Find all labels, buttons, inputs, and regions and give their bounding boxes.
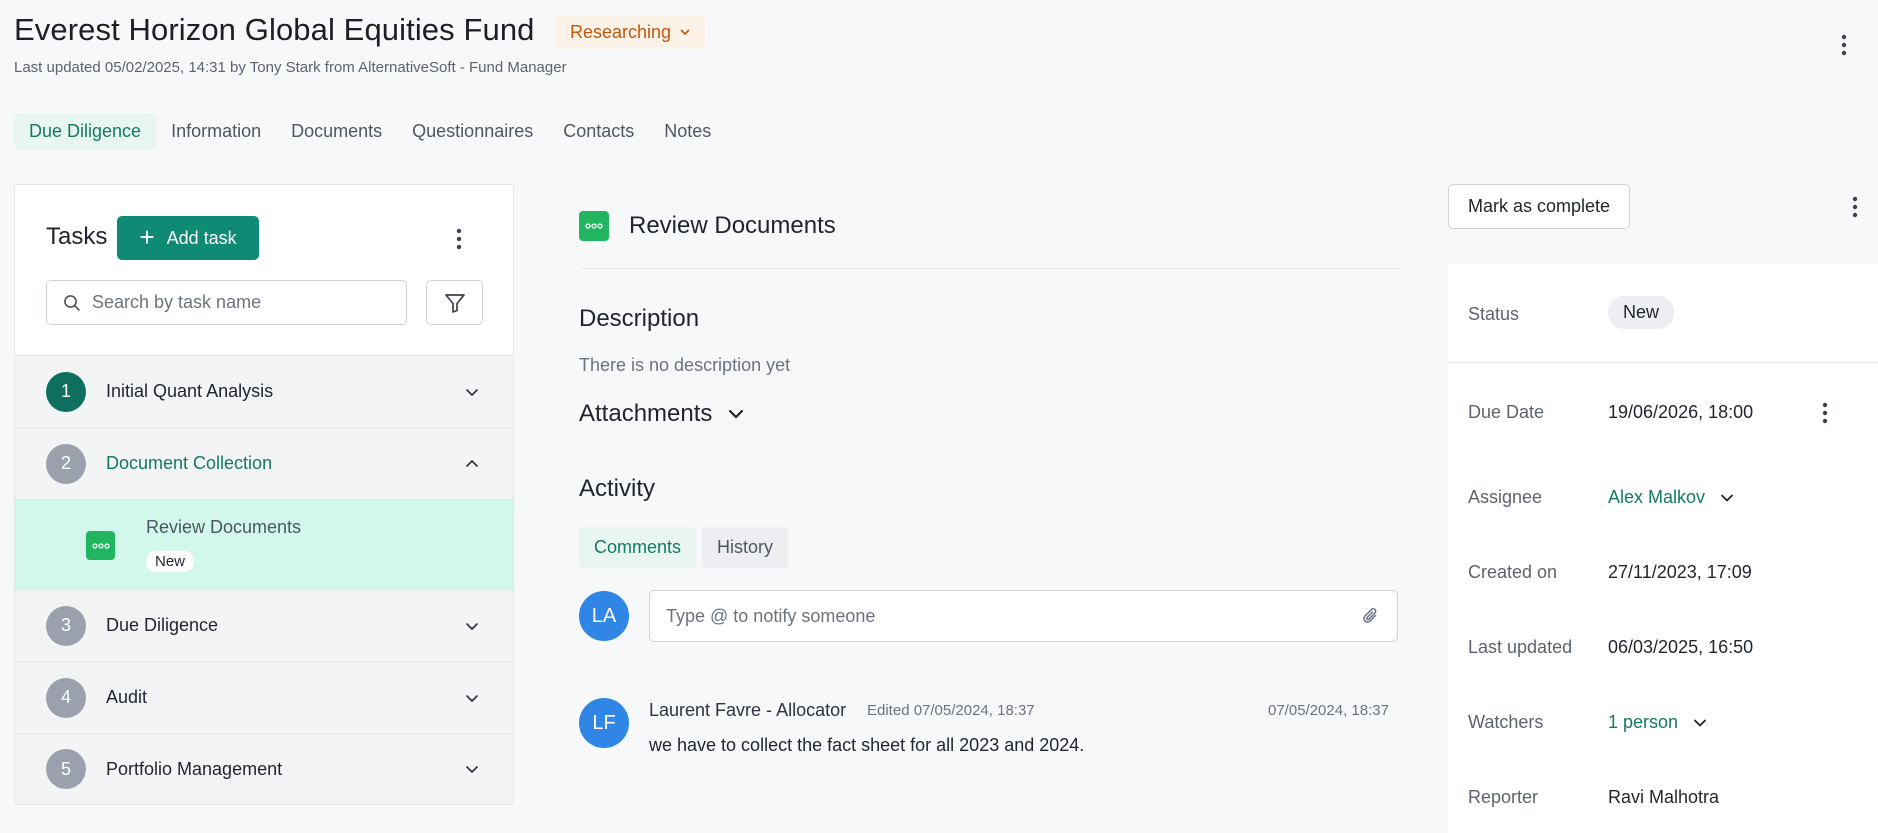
task-dots-icon — [579, 211, 609, 241]
comment-author: Laurent Favre - Allocator — [649, 700, 847, 720]
watchers-label: Watchers — [1468, 712, 1544, 732]
reporter-label: Reporter — [1468, 787, 1539, 807]
task-dots-icon — [86, 531, 115, 560]
last-updated-value: 06/03/2025, 16:50 — [1608, 637, 1754, 657]
task-group-row[interactable]: 3 Due Diligence — [15, 589, 513, 661]
attachments-heading: Attachments — [579, 400, 713, 427]
chevron-down-icon — [680, 29, 690, 35]
page-title: Everest Horizon Global Equities Fund — [14, 12, 535, 47]
status-label: Status — [1468, 304, 1520, 324]
comment-input[interactable] — [666, 605, 1361, 627]
page-more-button[interactable] — [1834, 30, 1854, 60]
task-group-number: 1 — [46, 371, 86, 412]
tab-questionnaires[interactable]: Questionnaires — [397, 113, 548, 150]
kebab-icon — [1822, 402, 1828, 424]
task-group-name: Audit — [106, 687, 148, 707]
chevron-down-icon — [466, 694, 478, 702]
task-search — [46, 280, 407, 325]
status-badge[interactable]: New — [1608, 296, 1675, 329]
created-value: 27/11/2023, 17:09 — [1608, 562, 1752, 582]
add-task-button[interactable]: + Add task — [117, 216, 259, 260]
task-group-row[interactable]: 1 Initial Quant Analysis — [15, 355, 513, 427]
tab-documents[interactable]: Documents — [276, 113, 397, 150]
main-tabs: Due Diligence Information Documents Ques… — [14, 113, 726, 150]
filter-button[interactable] — [426, 280, 483, 325]
kebab-icon — [1852, 196, 1858, 218]
chevron-up-icon — [466, 459, 478, 467]
comment-box — [649, 590, 1398, 642]
comment-date: 07/05/2024, 18:37 — [1268, 702, 1389, 719]
watchers-value: 1 person — [1608, 712, 1679, 732]
tab-comments[interactable]: Comments — [579, 527, 697, 568]
kebab-icon — [456, 228, 462, 250]
paperclip-icon[interactable] — [1361, 606, 1381, 626]
task-group-row[interactable]: 5 Portfolio Management — [15, 733, 513, 805]
comment-text: we have to collect the fact sheet for al… — [649, 735, 1085, 755]
add-task-label: Add task — [166, 227, 237, 248]
task-group-name: Document Collection — [106, 453, 273, 473]
tasks-more-button[interactable] — [449, 227, 469, 251]
task-group-number: 2 — [46, 443, 86, 484]
task-more-button[interactable] — [1845, 194, 1865, 220]
tab-information[interactable]: Information — [156, 113, 276, 150]
mark-complete-button[interactable]: Mark as complete — [1448, 184, 1630, 229]
subtask-name: Review Documents — [146, 517, 302, 537]
divider — [579, 268, 1399, 269]
fund-status-label: Researching — [570, 21, 672, 42]
chevron-down-icon — [466, 766, 478, 773]
chevron-down-icon — [1694, 719, 1706, 726]
comment-edited: Edited 07/05/2024, 18:37 — [867, 702, 1035, 719]
task-group-name: Due Diligence — [106, 615, 219, 635]
task-details-panel: Status New Due Date 19/06/2026, 18:00 As… — [1448, 264, 1878, 833]
task-group-row[interactable]: 2 Document Collection — [15, 427, 513, 499]
search-icon — [64, 294, 80, 311]
due-date-value[interactable]: 19/06/2026, 18:00 — [1608, 402, 1753, 423]
subtask-item[interactable]: Review Documents New — [15, 499, 513, 589]
tab-notes[interactable]: Notes — [649, 113, 726, 150]
task-search-input[interactable] — [92, 292, 382, 313]
kebab-icon — [1841, 34, 1847, 56]
last-updated-label: Last updated — [1468, 637, 1573, 657]
tasks-title: Tasks — [46, 223, 108, 250]
activity-heading: Activity — [579, 475, 656, 502]
chevron-down-icon — [466, 622, 478, 630]
task-group-name: Portfolio Management — [106, 758, 283, 779]
divider — [1448, 362, 1878, 363]
task-group-number: 3 — [46, 605, 86, 646]
chevron-down-icon — [1721, 494, 1733, 501]
subtask-status-badge: New — [146, 551, 195, 572]
attachments-toggle[interactable]: Attachments — [579, 400, 746, 428]
last-updated-text: Last updated 05/02/2025, 14:31 by Tony S… — [14, 59, 567, 76]
task-group-number: 4 — [46, 677, 86, 718]
due-date-more-button[interactable] — [1815, 400, 1835, 426]
tab-history[interactable]: History — [702, 527, 789, 568]
assignee-value: Alex Malkov — [1608, 487, 1706, 507]
assignee-dropdown[interactable]: Alex Malkov — [1608, 487, 1735, 508]
avatar: LA — [579, 591, 629, 641]
watchers-dropdown[interactable]: 1 person — [1608, 712, 1708, 733]
tasks-panel: Tasks + Add task 1 Initial Quant Analysi… — [14, 184, 514, 805]
task-group-row[interactable]: 4 Audit — [15, 661, 513, 733]
tab-contacts[interactable]: Contacts — [548, 113, 649, 150]
description-text[interactable]: There is no description yet — [579, 355, 790, 376]
due-date-label: Due Date — [1468, 402, 1545, 422]
created-label: Created on — [1468, 562, 1558, 582]
task-detail-title: Review Documents — [629, 212, 836, 239]
task-group-number: 5 — [46, 749, 86, 789]
plus-icon: + — [139, 222, 155, 252]
description-heading: Description — [579, 305, 700, 332]
filter-icon — [444, 293, 465, 313]
task-group-name: Initial Quant Analysis — [106, 381, 274, 401]
task-group-list: 1 Initial Quant Analysis 2 Document Coll… — [15, 355, 513, 805]
fund-status-dropdown[interactable]: Researching — [556, 15, 706, 49]
reporter-value: Ravi Malhotra — [1608, 787, 1720, 807]
assignee-label: Assignee — [1468, 487, 1543, 507]
avatar: LF — [579, 698, 629, 748]
chevron-down-icon — [729, 409, 744, 419]
tab-due-diligence[interactable]: Due Diligence — [14, 113, 157, 150]
activity-tabs: Comments History — [579, 527, 789, 568]
chevron-down-icon — [466, 388, 478, 396]
